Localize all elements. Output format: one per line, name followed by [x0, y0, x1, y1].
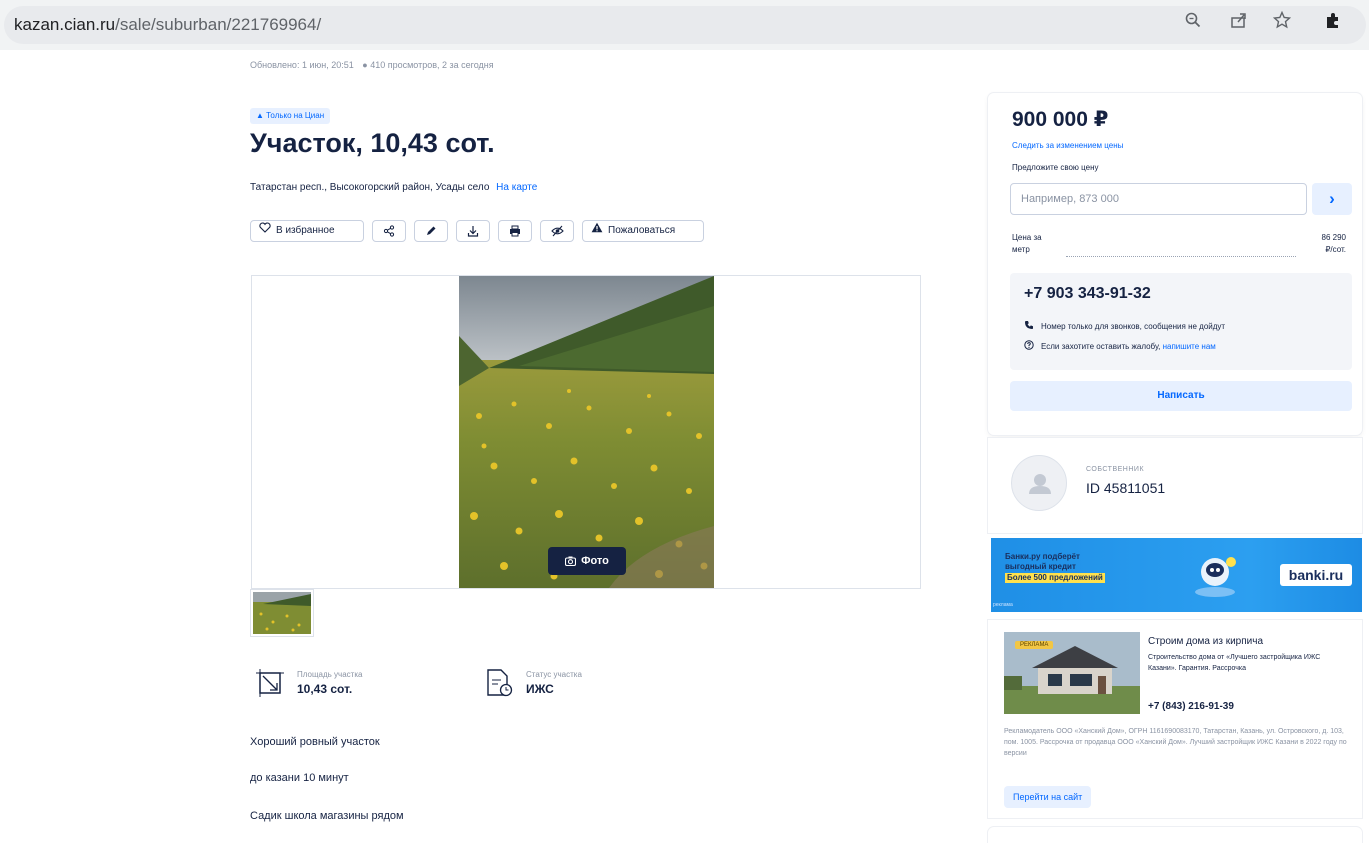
download-icon — [467, 226, 479, 237]
banki-ad-banner[interactable]: Банки.ру подберёт выгодный кредит Более … — [991, 538, 1362, 612]
listing-address: Татарстан респ., Высокогорский район, Ус… — [250, 182, 537, 193]
complain-button[interactable]: Пожаловаться — [582, 220, 704, 242]
zoom-icon[interactable] — [1182, 11, 1204, 33]
views-text: 410 просмотров, 2 за сегодня — [370, 60, 494, 70]
complaint-note: Если захотите оставить жалобу, напишите … — [1024, 340, 1216, 352]
ad-badge: РЕКЛАМА — [1015, 641, 1054, 649]
phone-number[interactable]: +7 903 343-91-32 — [1024, 285, 1151, 303]
ad-legal-text: Рекламодатель ООО «Ханский Дом», ОГРН 11… — [1004, 728, 1347, 757]
chevron-up-icon: ▲ — [256, 111, 264, 120]
description-line: до казани 10 минут — [250, 772, 349, 784]
feature-area-label: Площадь участка — [297, 670, 363, 679]
description-line: Садик школа магазины рядом — [250, 810, 404, 822]
print-button[interactable] — [498, 220, 532, 242]
map-link[interactable]: На карте — [496, 182, 537, 193]
calls-only-note-text: Номер только для звонков, сообщения не д… — [1041, 321, 1226, 331]
star-icon[interactable] — [1271, 10, 1293, 33]
share-listing-button[interactable] — [372, 220, 406, 242]
share-nodes-icon — [383, 225, 395, 237]
listing-meta: Обновлено: 1 июн, 20:51 ● 410 просмотров… — [250, 60, 494, 70]
exclusive-badge-text: Только на Циан — [266, 111, 325, 120]
address-text: Татарстан респ., Высокогорский район, Ус… — [250, 182, 490, 193]
chevron-right-icon: › — [1329, 189, 1335, 208]
robot-mascot-icon — [1195, 557, 1236, 597]
banner-line: выгодный кредит — [1005, 562, 1076, 571]
price-per-unit-number: 86 290 — [1321, 233, 1346, 242]
favorite-label: В избранное — [276, 225, 335, 236]
price-per-unit-value: 86 290 ₽/сот. — [1322, 232, 1346, 256]
feature-area: Площадь участка 10,43 сот. — [255, 668, 362, 698]
feature-status: Статус участка ИЖС — [484, 668, 582, 698]
url-path: /sale/suburban/221769964/ — [115, 15, 322, 34]
ad-site-button[interactable]: Перейти на сайт — [1004, 786, 1092, 808]
phone-icon — [1024, 320, 1034, 332]
page-title: Участок, 10,43 сот. — [250, 128, 495, 158]
photos-button-label: Фото — [581, 555, 609, 567]
banki-logo: banki.ru — [1280, 564, 1352, 586]
url-text[interactable]: kazan.cian.ru/sale/suburban/221769964/ — [14, 15, 321, 35]
calls-only-note: Номер только для звонков, сообщения не д… — [1024, 320, 1225, 332]
eye-off-icon — [550, 225, 564, 237]
house-photo[interactable]: РЕКЛАМА — [1004, 632, 1140, 714]
heart-icon — [259, 221, 271, 241]
banner-text: Банки.ру подберёт выгодный кредит Более … — [1005, 552, 1105, 583]
price: 900 000 ₽ — [1012, 108, 1109, 131]
dotted-leader — [1066, 256, 1296, 257]
feature-status-value: ИЖС — [526, 682, 554, 696]
owner-card: СОБСТВЕННИК ID 45811051 — [988, 438, 1362, 533]
write-message-button[interactable]: Написать — [1010, 381, 1352, 411]
updated-text: Обновлено: 1 июн, 20:51 — [250, 60, 354, 70]
photos-button[interactable]: Фото — [548, 547, 626, 575]
owner-id[interactable]: ID 45811051 — [1086, 480, 1165, 496]
track-price-link[interactable]: Следить за изменением цены — [1012, 141, 1123, 150]
printer-icon — [510, 225, 520, 237]
price-per-unit-unit: ₽/сот. — [1325, 245, 1346, 254]
listing-actions: В избранное Пожаловаться — [250, 220, 704, 242]
favorite-button[interactable]: В избранное — [250, 220, 364, 242]
exclusive-badge: ▲ Только на Циан — [250, 108, 331, 124]
photo-thumbnail[interactable] — [250, 589, 314, 637]
area-icon — [255, 668, 285, 698]
complain-label: Пожаловаться — [608, 225, 676, 236]
complaint-note-text: Если захотите оставить жалобу, — [1041, 341, 1161, 351]
ad-subtitle: Строительство дома от «Лучшего застройщи… — [1148, 654, 1321, 672]
banner-highlight: Более 500 предложений — [1005, 573, 1105, 583]
help-icon — [1024, 340, 1034, 352]
pencil-icon — [427, 226, 436, 235]
main-photo[interactable]: Фото — [459, 276, 714, 588]
browser-toolbar: kazan.cian.ru/sale/suburban/221769964/ — [0, 0, 1369, 50]
offer-price-label: Предложите свою цену — [1012, 163, 1099, 172]
next-card — [988, 827, 1362, 843]
share-icon[interactable] — [1228, 11, 1250, 33]
ad-title[interactable]: Строим дома из кирпича — [1148, 636, 1263, 647]
extensions-icon[interactable] — [1322, 11, 1344, 33]
banner-line: Банки.ру подберёт — [1005, 552, 1080, 561]
url-domain: kazan.cian.ru — [14, 15, 116, 34]
address-bar[interactable]: kazan.cian.ru/sale/suburban/221769964/ — [4, 6, 1366, 44]
price-card: 900 000 ₽ Следить за изменением цены Пре… — [988, 93, 1362, 435]
offer-submit-button[interactable]: › — [1312, 183, 1352, 215]
feature-area-value: 10,43 сот. — [297, 682, 353, 696]
eye-icon: ● — [362, 60, 368, 70]
phone-box: +7 903 343-91-32 Номер только для звонко… — [1010, 273, 1352, 370]
camera-icon — [565, 556, 577, 566]
price-per-unit-label-line: метр — [1012, 245, 1030, 254]
offer-price-input[interactable]: Например, 873 000 — [1010, 183, 1307, 215]
document-icon — [484, 668, 514, 698]
description-line: Хороший ровный участок — [250, 736, 380, 748]
edit-button[interactable] — [414, 220, 448, 242]
hide-button[interactable] — [540, 220, 574, 242]
owner-role: СОБСТВЕННИК — [1086, 466, 1145, 473]
warning-icon — [591, 221, 603, 241]
price-per-unit-label-line: Цена за — [1012, 233, 1042, 242]
write-us-link[interactable]: напишите нам — [1163, 342, 1216, 351]
avatar[interactable] — [1011, 455, 1067, 511]
ad-label: реклама — [993, 602, 1013, 608]
feature-status-label: Статус участка — [526, 670, 582, 679]
house-ad-card[interactable]: РЕКЛАМА Строим дома из кирпича Строитель… — [988, 620, 1362, 818]
price-per-unit-label: Цена за метр — [1012, 232, 1042, 256]
download-button[interactable] — [456, 220, 490, 242]
photo-gallery[interactable]: Фото — [251, 275, 921, 589]
ad-phone[interactable]: +7 (843) 216-91-39 — [1148, 701, 1234, 712]
